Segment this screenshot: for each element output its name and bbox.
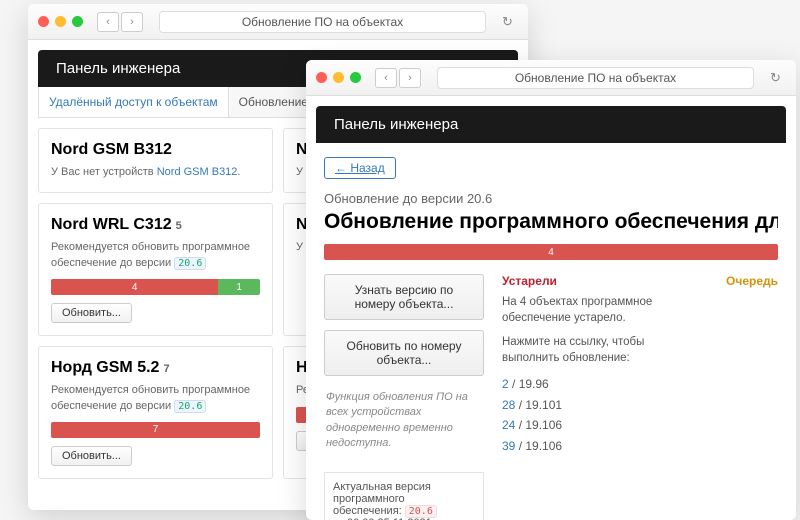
zoom-icon[interactable] <box>350 72 361 83</box>
stale-hint: Нажмите на ссылку, чтобы выполнить обнов… <box>502 334 686 366</box>
device-text: Рекомендуется обновить программное обесп… <box>51 383 260 414</box>
object-list: 2 / 19.9628 / 19.10124 / 19.10639 / 19.1… <box>502 374 686 456</box>
check-version-button[interactable]: Узнать версию по номеру объекта... <box>324 274 484 320</box>
address-bar[interactable]: Обновление ПО на объектах <box>437 67 754 89</box>
tab-remote-access[interactable]: Удалённый доступ к объектам <box>39 87 229 117</box>
version-date: от 00:00 25.11.2021 <box>333 517 432 520</box>
header-bar: Панель инженера <box>316 106 786 143</box>
stale-title: Устарели <box>502 274 686 288</box>
close-icon[interactable] <box>38 16 49 27</box>
actions-column: Узнать версию по номеру объекта... Обнов… <box>324 274 484 520</box>
device-title: Nord GSM B312 <box>51 141 260 159</box>
device-card: Норд GSM 5.27 Рекомендуется обновить про… <box>38 346 273 479</box>
bar-outdated: 4 <box>51 279 218 295</box>
close-icon[interactable] <box>316 72 327 83</box>
bar-outdated: 7 <box>51 422 260 438</box>
back-link[interactable]: ← Назад <box>324 157 396 179</box>
window-controls <box>316 72 361 83</box>
queue-title: Очередь <box>726 274 778 288</box>
nav-forward-button[interactable]: › <box>121 12 143 32</box>
header-title: Панель инженера <box>334 116 458 133</box>
version-badge: 20.6 <box>174 257 206 270</box>
object-link[interactable]: 39 <box>502 439 515 453</box>
nav-back-button[interactable]: ‹ <box>97 12 119 32</box>
current-version-box: Актуальная версия программного обеспечен… <box>324 472 484 520</box>
nav-forward-button[interactable]: › <box>399 68 421 88</box>
refresh-icon[interactable]: ↻ <box>502 14 518 30</box>
progress-bar: 7 <box>51 422 260 438</box>
minimize-icon[interactable] <box>55 16 66 27</box>
page-title: Обновление программного обеспечения для … <box>324 210 778 234</box>
header-title: Панель инженера <box>56 60 180 77</box>
device-text: Рекомендуется обновить программное обесп… <box>51 240 260 271</box>
detail-content: ← Назад Обновление до версии 20.6 Обновл… <box>306 143 796 520</box>
object-link[interactable]: 28 <box>502 398 515 412</box>
nav-buttons: ‹ › <box>375 68 421 88</box>
device-link[interactable]: Nord GSM B312 <box>157 166 238 178</box>
update-button[interactable]: Обновить... <box>51 303 132 323</box>
object-link[interactable]: 24 <box>502 418 515 432</box>
titlebar: ‹ › Обновление ПО на объектах ↻ <box>28 4 528 40</box>
bar-current: 1 <box>218 279 260 295</box>
device-title: Норд GSM 5.27 <box>51 359 260 377</box>
device-title: Nord WRL C3125 <box>51 216 260 234</box>
titlebar: ‹ › Обновление ПО на объектах ↻ <box>306 60 796 96</box>
status-column: Устарели На 4 объектах программное обесп… <box>502 274 778 456</box>
detail-columns: Узнать версию по номеру объекта... Обнов… <box>324 274 778 520</box>
zoom-icon[interactable] <box>72 16 83 27</box>
address-text: Обновление ПО на объектах <box>515 71 676 85</box>
window-controls <box>38 16 83 27</box>
version-badge: 20.6 <box>174 400 206 413</box>
page-subtitle: Обновление до версии 20.6 <box>324 191 778 206</box>
device-text: У Вас нет устройств Nord GSM B312. <box>51 165 260 180</box>
object-link[interactable]: 2 <box>502 377 509 391</box>
window-front: ‹ › Обновление ПО на объектах ↻ Панель и… <box>306 60 796 520</box>
device-card: Nord WRL C3125 Рекомендуется обновить пр… <box>38 203 273 336</box>
summary-bar: 4 <box>324 244 778 260</box>
stale-desc: На 4 объектах программное обеспечение ус… <box>502 294 686 326</box>
address-bar[interactable]: Обновление ПО на объектах <box>159 11 486 33</box>
update-by-number-button[interactable]: Обновить по номеру объекта... <box>324 330 484 376</box>
object-list-item: 28 / 19.101 <box>502 395 686 415</box>
progress-bar: 4 1 <box>51 279 260 295</box>
object-list-item: 2 / 19.96 <box>502 374 686 394</box>
object-list-item: 39 / 19.106 <box>502 436 686 456</box>
minimize-icon[interactable] <box>333 72 344 83</box>
refresh-icon[interactable]: ↻ <box>770 70 786 86</box>
bulk-update-note: Функция обновления ПО на всех устройства… <box>324 386 484 456</box>
address-text: Обновление ПО на объектах <box>242 15 403 29</box>
nav-buttons: ‹ › <box>97 12 143 32</box>
update-button[interactable]: Обновить... <box>51 446 132 466</box>
object-list-item: 24 / 19.106 <box>502 415 686 435</box>
nav-back-button[interactable]: ‹ <box>375 68 397 88</box>
device-card: Nord GSM B312 У Вас нет устройств Nord G… <box>38 128 273 193</box>
